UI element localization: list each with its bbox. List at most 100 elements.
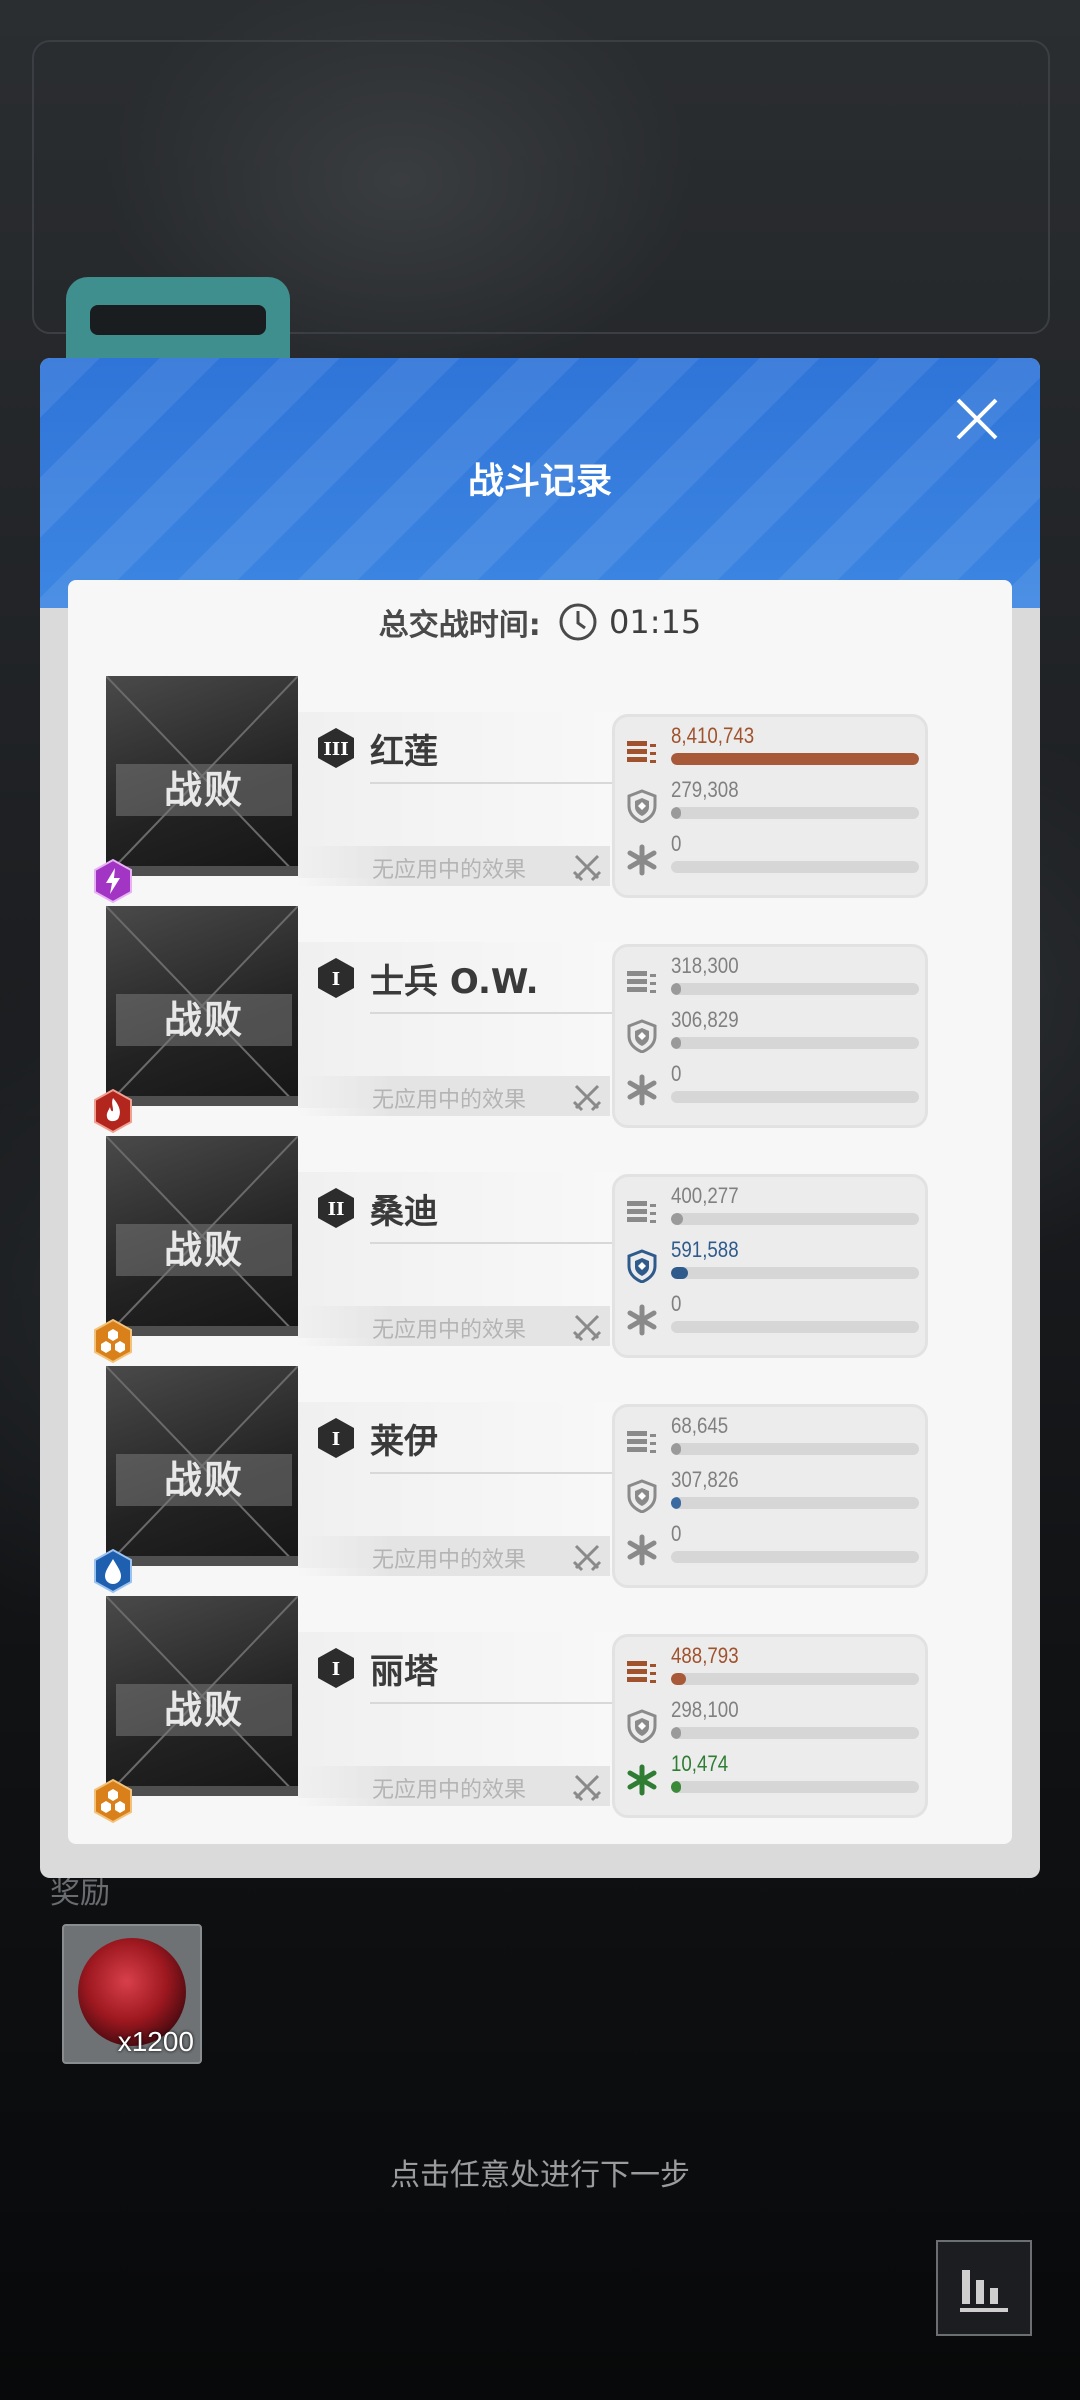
stat-bar-fill [671, 1673, 686, 1685]
stat-value: 0 [671, 1291, 682, 1316]
stat-heal: 0 [615, 1521, 919, 1575]
stat-bar-fill [671, 753, 919, 765]
stat-bar [671, 1497, 919, 1509]
crossed-swords-icon [572, 1084, 602, 1112]
stat-value: 0 [671, 1061, 682, 1086]
stat-bar [671, 1213, 919, 1225]
reward-item[interactable]: x1200 [62, 1924, 202, 2064]
stat-bar [671, 861, 919, 873]
ammo-icon [625, 1655, 659, 1689]
unit-portrait: 战败 [106, 1136, 298, 1336]
svg-text:I: I [332, 1659, 340, 1680]
svg-text:I: I [332, 969, 340, 990]
stat-bar-fill [671, 1781, 681, 1793]
stat-bar [671, 983, 919, 995]
battle-record-panel: 总交战时间: 01:15 战败 III 红莲 无应用中的效果 8,410,743 279,… [68, 580, 1012, 1844]
unit-portrait: 战败 [106, 1596, 298, 1796]
unit-portrait: 战败 [106, 906, 298, 1106]
crossed-swords-icon [572, 854, 602, 882]
effect-text: 无应用中的效果 [372, 858, 527, 883]
stat-heal: 0 [615, 831, 919, 885]
unit-stats: 68,645 307,826 0 [612, 1404, 928, 1588]
stat-bar [671, 1267, 919, 1279]
stat-bar [671, 1091, 919, 1103]
heal-icon [625, 843, 659, 877]
stat-value: 307,826 [671, 1467, 739, 1492]
duration-label: 总交战时间: [378, 608, 541, 643]
stat-value: 298,100 [671, 1697, 739, 1722]
stat-bar [671, 1443, 919, 1455]
stat-bar-fill [671, 1213, 684, 1225]
clock-icon [559, 603, 597, 641]
total-battle-time: 总交战时间: 01:15 [68, 600, 1012, 646]
stat-value: 488,793 [671, 1643, 739, 1668]
svg-text:III: III [323, 739, 348, 760]
stat-damage: 400,277 [615, 1183, 919, 1237]
unit-row[interactable]: 战败 I 丽塔 无应用中的效果 488,793 298,100 10,474 [68, 1596, 1012, 1824]
stat-value: 306,829 [671, 1007, 739, 1032]
rank-icon: I [318, 1648, 354, 1688]
defeat-label: 战败 [116, 994, 292, 1046]
unit-name: 士兵 O.W. [370, 962, 539, 1002]
stat-bar [671, 1727, 919, 1739]
unit-row[interactable]: 战败 I 士兵 O.W. 无应用中的效果 318,300 306,829 0 [68, 906, 1012, 1134]
continue-hint[interactable]: 点击任意处进行下一步 [0, 2150, 1080, 2194]
rank-icon: I [318, 958, 354, 998]
reward-quantity: x1200 [117, 2026, 194, 2057]
close-icon[interactable] [952, 394, 1002, 444]
stat-bar-fill [671, 1267, 689, 1279]
unit-portrait: 战败 [106, 676, 298, 876]
stat-bar-fill [671, 1727, 681, 1739]
shield-icon [625, 1249, 659, 1284]
background-tab [66, 277, 290, 359]
unit-row[interactable]: 战败 II 桑迪无应用中的效果 400,277 591,588 0 [68, 1136, 1012, 1364]
unit-name: 桑迪 [370, 1192, 438, 1232]
shield-icon [625, 1019, 659, 1054]
stat-bar [671, 753, 919, 765]
shield-icon [625, 1479, 659, 1514]
stat-value: 318,300 [671, 953, 739, 978]
fire-icon [92, 1088, 134, 1134]
stat-shield: 279,308 [615, 777, 919, 831]
shield-icon [625, 1709, 659, 1744]
svg-text:I: I [332, 1429, 340, 1450]
unit-stats: 400,277 591,588 0 [612, 1174, 928, 1358]
stat-value: 591,588 [671, 1237, 739, 1262]
stat-shield: 298,100 [615, 1697, 919, 1751]
stat-heal: 0 [615, 1291, 919, 1345]
stat-bar [671, 1321, 919, 1333]
effect-text: 无应用中的效果 [372, 1548, 527, 1573]
stat-heal: 0 [615, 1061, 919, 1115]
rank-icon: III [318, 728, 354, 768]
heal-icon [625, 1303, 659, 1337]
stat-value: 0 [671, 1521, 682, 1546]
bar-chart-icon [960, 2270, 1008, 2312]
unit-stats: 488,793 298,100 10,474 [612, 1634, 928, 1818]
effect-text: 无应用中的效果 [372, 1318, 527, 1343]
stat-value: 8,410,743 [671, 723, 755, 748]
crossed-swords-icon [572, 1774, 602, 1802]
unit-name: 莱伊 [370, 1422, 438, 1462]
unit-portrait: 战败 [106, 1366, 298, 1566]
stat-bar-fill [671, 1037, 681, 1049]
unit-row[interactable]: 战败 I 莱伊 无应用中的效果 68,645 307,826 0 [68, 1366, 1012, 1594]
stat-bar [671, 807, 919, 819]
unit-stats: 318,300 306,829 0 [612, 944, 928, 1128]
stat-value: 0 [671, 831, 682, 856]
svg-text:II: II [328, 1199, 345, 1220]
stat-shield: 307,826 [615, 1467, 919, 1521]
ammo-icon [625, 735, 659, 769]
defeat-label: 战败 [116, 1684, 292, 1736]
stat-value: 400,277 [671, 1183, 739, 1208]
stat-bar [671, 1037, 919, 1049]
effect-text: 无应用中的效果 [372, 1088, 527, 1113]
unit-row[interactable]: 战败 III 红莲 无应用中的效果 8,410,743 279,308 0 [68, 676, 1012, 904]
stat-bar [671, 1781, 919, 1793]
dialog-title: 战斗记录 [467, 461, 612, 502]
shield-icon [625, 789, 659, 824]
heal-icon [625, 1073, 659, 1107]
crossed-swords-icon [572, 1544, 602, 1572]
effect-text: 无应用中的效果 [372, 1778, 527, 1803]
unit-stats: 8,410,743 279,308 0 [612, 714, 928, 898]
stats-button[interactable] [936, 2240, 1032, 2336]
